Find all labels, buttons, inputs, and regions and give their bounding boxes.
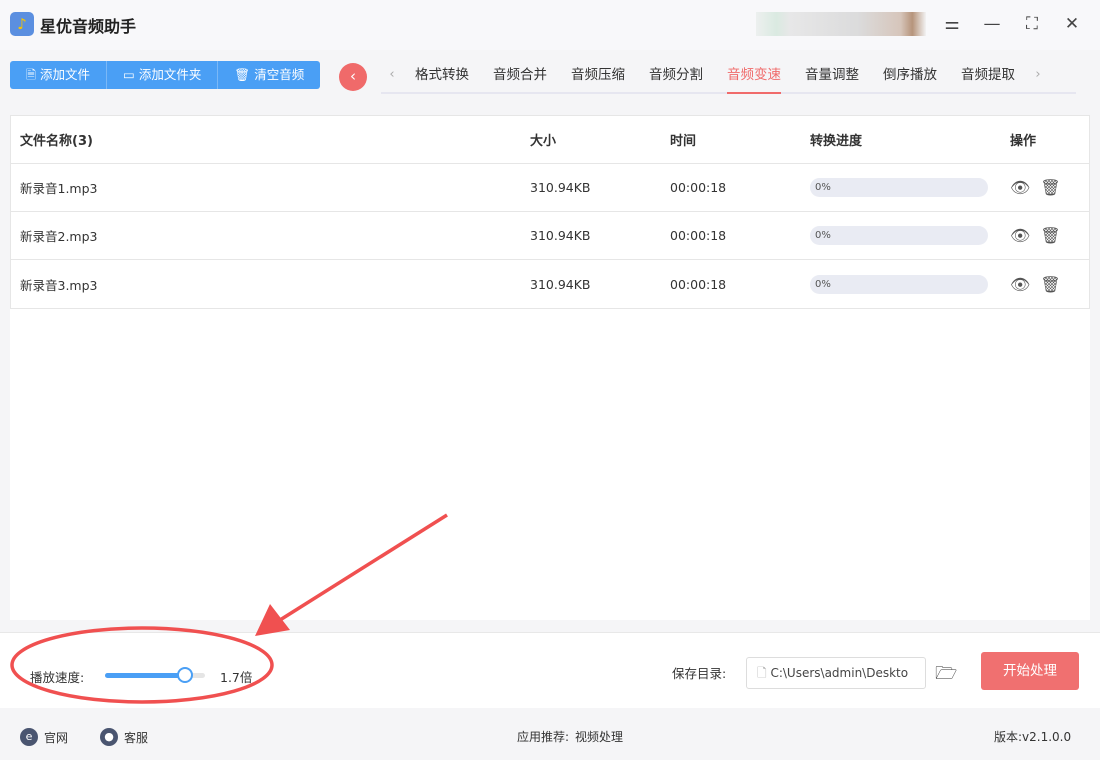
tabs-prev-icon[interactable]: ‹ — [381, 60, 403, 92]
table-row[interactable]: 新录音2.mp3 310.94KB 00:00:18 0% 👁 🗑 — [11, 212, 1089, 260]
progress-bar: 0% — [810, 178, 988, 197]
preview-eye-icon[interactable]: 👁 — [1010, 178, 1030, 197]
user-avatar-blurred[interactable] — [756, 12, 926, 36]
header-progress: 转换进度 — [810, 134, 863, 149]
footer: e 官网 ● 客服 应用推荐: 视频处理 版本:v2.1.0.0 — [0, 712, 1100, 760]
minimize-button[interactable]: — — [980, 12, 1004, 36]
speed-label: 播放速度: — [30, 670, 85, 685]
file-toolbar: 🗎 添加文件 ▭ 添加文件夹 🗑 清空音频 — [10, 61, 321, 89]
app-logo-icon: ♪ — [10, 12, 34, 36]
save-dir-label: 保存目录: — [672, 666, 727, 681]
support-link[interactable]: ● 客服 — [100, 728, 148, 746]
tabs-next-icon[interactable]: › — [1027, 60, 1049, 92]
close-button[interactable]: ✕ — [1060, 12, 1084, 36]
settings-panel: 播放速度: 1.7倍 保存目录: 🗋 C:\Users\admin\Deskto… — [0, 632, 1100, 708]
file-size: 310.94KB — [530, 228, 591, 243]
preview-eye-icon[interactable]: 👁 — [1010, 226, 1030, 245]
speed-value: 1.7倍 — [220, 670, 253, 685]
title-bar: ♪ 星优音频助手 ⚌ — ⛶ ✕ — [0, 0, 1100, 50]
back-button[interactable]: ‹ — [339, 63, 367, 91]
maximize-button[interactable]: ⛶ — [1020, 12, 1044, 36]
file-name: 新录音3.mp3 — [20, 277, 98, 293]
file-duration: 00:00:18 — [670, 276, 727, 292]
file-table: 文件名称(3) 大小 时间 转换进度 操作 新录音1.mp3 310.94KB … — [10, 115, 1090, 309]
recommend-label: 应用推荐: — [517, 730, 570, 744]
tab-volume-adjust[interactable]: 音量调整 — [793, 60, 871, 92]
header-size: 大小 — [530, 134, 557, 149]
file-name: 新录音1.mp3 — [20, 181, 98, 196]
file-duration: 00:00:18 — [670, 180, 727, 195]
clear-audio-label: 清空音频 — [254, 67, 305, 82]
header-actions: 操作 — [1010, 134, 1037, 149]
website-link[interactable]: e 官网 — [20, 728, 68, 746]
settings-sliders-icon[interactable]: ⚌ — [940, 12, 964, 36]
preview-eye-icon[interactable]: 👁 — [1010, 275, 1030, 294]
table-row[interactable]: 新录音1.mp3 310.94KB 00:00:18 0% 👁 🗑 — [11, 164, 1089, 212]
tab-audio-speed[interactable]: 音频变速 — [715, 60, 793, 94]
tab-format-convert[interactable]: 格式转换 — [403, 60, 481, 92]
file-size: 310.94KB — [530, 180, 591, 195]
chat-icon: ● — [100, 728, 118, 746]
add-folder-button[interactable]: ▭ 添加文件夹 — [107, 61, 219, 89]
table-row[interactable]: 新录音3.mp3 310.94KB 00:00:18 0% 👁 🗑 — [11, 260, 1089, 308]
file-size: 310.94KB — [530, 276, 591, 292]
save-path-text: C:\Users\admin\Deskto — [770, 666, 909, 680]
tab-audio-compress[interactable]: 音频压缩 — [559, 60, 637, 92]
speed-slider-handle[interactable] — [177, 667, 193, 683]
support-label: 客服 — [124, 730, 149, 745]
clear-audio-button[interactable]: 🗑 清空音频 — [218, 61, 320, 89]
save-path-input[interactable]: 🗋 C:\Users\admin\Deskto — [746, 657, 926, 689]
version: 版本:v2.1.0.0 — [994, 730, 1072, 744]
file-duration: 00:00:18 — [670, 228, 727, 243]
file-list-panel: 文件名称(3) 大小 时间 转换进度 操作 新录音1.mp3 310.94KB … — [10, 115, 1090, 620]
ie-icon: e — [20, 728, 38, 746]
tab-reverse-play[interactable]: 倒序播放 — [871, 60, 949, 92]
delete-trash-icon[interactable]: 🗑 — [1040, 178, 1060, 197]
tab-audio-extract[interactable]: 音频提取 — [949, 60, 1027, 92]
start-process-button[interactable]: 开始处理 — [981, 652, 1079, 690]
file-name: 新录音2.mp3 — [20, 229, 98, 244]
tab-audio-merge[interactable]: 音频合并 — [481, 60, 559, 92]
add-file-button[interactable]: 🗎 添加文件 — [10, 61, 108, 89]
app-title: 星优音频助手 — [40, 17, 137, 36]
recommend-link[interactable]: 视频处理 — [575, 728, 623, 745]
add-file-label: 添加文件 — [40, 67, 91, 82]
open-folder-icon[interactable]: 🗁 — [935, 661, 957, 691]
header-time: 时间 — [670, 134, 697, 149]
speed-slider-fill — [105, 673, 185, 678]
tab-audio-split[interactable]: 音频分割 — [637, 60, 715, 92]
progress-bar: 0% — [810, 226, 988, 245]
file-icon: 🗋 — [757, 666, 771, 680]
speed-slider[interactable] — [105, 667, 205, 683]
table-header: 文件名称(3) 大小 时间 转换进度 操作 — [11, 116, 1089, 164]
add-folder-label: 添加文件夹 — [138, 67, 202, 82]
delete-trash-icon[interactable]: 🗑 — [1040, 226, 1060, 245]
recommend: 应用推荐: 视频处理 — [517, 728, 623, 745]
progress-bar: 0% — [810, 274, 988, 294]
delete-trash-icon[interactable]: 🗑 — [1040, 275, 1060, 294]
website-label: 官网 — [44, 730, 69, 745]
header-name: 文件名称(3) — [20, 134, 93, 149]
feature-tabs: ‹ 格式转换 音频合并 音频压缩 音频分割 音频变速 音量调整 倒序播放 音频提… — [381, 60, 1076, 94]
